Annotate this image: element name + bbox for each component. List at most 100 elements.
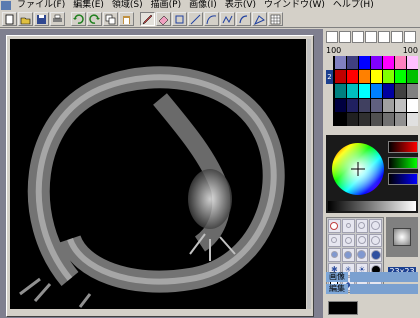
palette-swatch[interactable] xyxy=(371,56,382,70)
palette-swatch[interactable] xyxy=(347,98,358,112)
menu-help[interactable]: ヘルプ(H) xyxy=(329,0,378,11)
polyline-icon[interactable] xyxy=(220,12,235,26)
value-slider[interactable] xyxy=(328,201,416,211)
tool-dot-medium[interactable] xyxy=(355,219,369,233)
tool-dot-2[interactable] xyxy=(328,233,341,248)
palette-swatch[interactable] xyxy=(371,70,382,84)
brush-shape-7[interactable] xyxy=(404,31,416,43)
undo-icon[interactable] xyxy=(71,12,86,26)
menu-draw[interactable]: 描画(P) xyxy=(147,0,185,11)
tool-dot-3[interactable] xyxy=(341,233,355,248)
tool-soft[interactable] xyxy=(341,248,355,262)
palette-swatch[interactable] xyxy=(347,84,358,98)
tool-spray[interactable] xyxy=(328,248,341,262)
layer-row-2[interactable]: 編集 xyxy=(326,283,418,294)
vertical-scrollbar[interactable] xyxy=(307,39,311,309)
open-file-icon[interactable] xyxy=(18,12,33,26)
palette-swatch[interactable] xyxy=(347,56,358,70)
menu-window[interactable]: ウインドウ(W) xyxy=(260,0,329,11)
paste-icon[interactable] xyxy=(119,12,134,26)
drawing-canvas[interactable] xyxy=(10,39,306,309)
palette-swatch[interactable] xyxy=(395,98,406,112)
palette-swatch[interactable] xyxy=(407,56,418,70)
rectangle-icon[interactable] xyxy=(172,12,187,26)
palette-swatch[interactable] xyxy=(359,98,370,112)
brush-size-left: 100 xyxy=(326,46,342,55)
menu-select[interactable]: 領域(S) xyxy=(108,0,147,11)
blue-slider[interactable] xyxy=(388,173,418,185)
brush-shape-3[interactable] xyxy=(352,31,364,43)
layer-thumbnail[interactable] xyxy=(328,301,358,315)
color-palette: 2 xyxy=(326,56,418,126)
layer-tag-edit: 編集 xyxy=(326,283,348,294)
palette-swatch[interactable] xyxy=(383,112,394,126)
palette-swatch[interactable] xyxy=(335,84,346,98)
tool-dot-4[interactable] xyxy=(355,233,369,248)
palette-swatch[interactable] xyxy=(407,98,418,112)
palette-swatch[interactable] xyxy=(407,112,418,126)
palette-swatch[interactable] xyxy=(395,112,406,126)
palette-page-tab-1[interactable] xyxy=(326,56,333,70)
new-file-icon[interactable] xyxy=(2,12,17,26)
dragon-artwork xyxy=(19,66,285,308)
palette-swatch[interactable] xyxy=(371,84,382,98)
menu-view[interactable]: 表示(V) xyxy=(221,0,260,11)
redo-icon[interactable] xyxy=(87,12,102,26)
palette-swatch[interactable] xyxy=(407,84,418,98)
palette-swatch[interactable] xyxy=(359,112,370,126)
palette-swatch[interactable] xyxy=(347,112,358,126)
color-wheel[interactable] xyxy=(328,139,388,199)
menu-image[interactable]: 画像(I) xyxy=(185,0,221,11)
tool-dot-large[interactable] xyxy=(369,219,382,233)
palette-swatches xyxy=(335,56,418,126)
palette-swatch[interactable] xyxy=(335,56,346,70)
palette-swatch[interactable] xyxy=(371,98,382,112)
brush-shape-4[interactable] xyxy=(365,31,377,43)
palette-swatch[interactable] xyxy=(395,70,406,84)
grid-icon[interactable] xyxy=(268,12,283,26)
palette-swatch[interactable] xyxy=(407,70,418,84)
palette-swatch[interactable] xyxy=(359,70,370,84)
palette-swatch[interactable] xyxy=(383,56,394,70)
save-icon[interactable] xyxy=(34,12,49,26)
brush-shape-5[interactable] xyxy=(378,31,390,43)
tool-dot-small[interactable] xyxy=(341,219,355,233)
palette-swatch[interactable] xyxy=(335,112,346,126)
curve-icon[interactable] xyxy=(204,12,219,26)
palette-page-tab-3[interactable] xyxy=(326,84,333,98)
palette-page-tab-2[interactable]: 2 xyxy=(326,70,333,84)
brush-shape-2[interactable] xyxy=(339,31,351,43)
green-slider[interactable] xyxy=(388,157,418,169)
palette-swatch[interactable] xyxy=(383,70,394,84)
brush-shape-6[interactable] xyxy=(391,31,403,43)
tool-blur[interactable] xyxy=(355,248,369,262)
palette-swatch[interactable] xyxy=(359,84,370,98)
palette-swatch[interactable] xyxy=(335,98,346,112)
palette-swatch[interactable] xyxy=(359,56,370,70)
pen-tool-icon[interactable] xyxy=(140,12,155,26)
eraser-icon[interactable] xyxy=(156,12,171,26)
line-icon[interactable] xyxy=(188,12,203,26)
palette-swatch[interactable] xyxy=(395,56,406,70)
app-icon[interactable] xyxy=(1,1,11,10)
palette-swatch[interactable] xyxy=(395,84,406,98)
fill-icon[interactable] xyxy=(236,12,251,26)
brush-shape-1[interactable] xyxy=(326,31,338,43)
transform-icon[interactable] xyxy=(252,12,267,26)
layer-row-1[interactable]: 画像 xyxy=(326,271,418,282)
print-icon[interactable] xyxy=(50,12,65,26)
copy-icon[interactable] xyxy=(103,12,118,26)
red-slider[interactable] xyxy=(388,141,418,153)
menu-file[interactable]: ファイル(F) xyxy=(13,0,69,11)
tool-circle-brush[interactable] xyxy=(328,219,341,233)
palette-swatch[interactable] xyxy=(383,98,394,112)
tool-dot-5[interactable] xyxy=(369,233,382,248)
palette-swatch[interactable] xyxy=(347,70,358,84)
brush-size-right: 100 xyxy=(402,46,418,55)
menu-edit[interactable]: 編集(E) xyxy=(69,0,108,11)
palette-swatch[interactable] xyxy=(383,84,394,98)
brush-preview-swatch xyxy=(393,228,411,246)
tool-fill-dot[interactable] xyxy=(369,248,382,262)
palette-swatch[interactable] xyxy=(371,112,382,126)
palette-swatch[interactable] xyxy=(335,70,346,84)
